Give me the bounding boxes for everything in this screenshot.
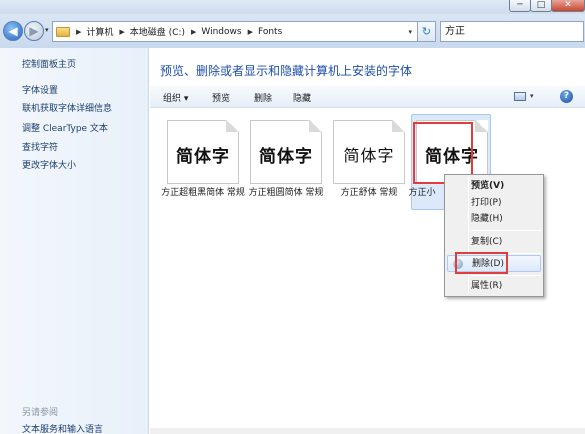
breadcrumb-local-disk[interactable]: 本地磁盘 (C:) [130, 25, 185, 38]
font-tile[interactable]: 简体字 方正粗圆简体 常规 [246, 116, 326, 208]
forward-button[interactable]: ▶ [24, 21, 44, 41]
chevron-down-icon[interactable]: ▾ [408, 28, 412, 36]
font-tile[interactable]: 简体字 方正超粗黑简体 常规 [161, 116, 245, 208]
chevron-right-icon[interactable]: ▶ [191, 28, 196, 36]
menu-separator [471, 230, 541, 231]
annotation-frame-delete [455, 252, 508, 274]
font-tile[interactable]: 简体字 方正舒体 常规 [329, 116, 409, 208]
font-label: 方正粗圆简体 常规 [248, 188, 324, 198]
refresh-button[interactable]: ↻ [418, 21, 436, 42]
sidebar-item-text-services[interactable]: 文本服务和输入语言 [22, 422, 103, 434]
font-sample: 简体字 [259, 147, 313, 167]
title-bar: ─ □ ✕ [0, 0, 585, 14]
command-bar: 组织 ▾ 预览 删除 隐藏 ▾ ? [150, 86, 585, 108]
horizontal-scrollbar[interactable] [150, 428, 585, 434]
page-fold [392, 120, 405, 132]
font-sample: 简体字 [176, 147, 230, 167]
breadcrumb-computer[interactable]: 计算机 [86, 25, 113, 38]
chevron-right-icon[interactable]: ▶ [119, 28, 124, 36]
search-input[interactable]: 方正 [440, 21, 584, 42]
sidebar-item-find-character[interactable]: 查找字符 [22, 140, 58, 153]
page-fold [226, 120, 239, 132]
page-fold [309, 120, 322, 132]
see-also-header: 另请参阅 [22, 408, 59, 418]
page-title: 预览、删除或者显示和隐藏计算机上安装的字体 [160, 64, 413, 78]
help-icon[interactable]: ? [560, 90, 573, 103]
sidebar-item-change-font-size[interactable]: 更改字体大小 [22, 158, 76, 171]
maximize-button[interactable]: □ [530, 0, 552, 12]
minimize-button[interactable]: ─ [509, 0, 531, 12]
context-menu: 预览(V) 打印(P) 隐藏(H) 复制(C) 删除(D) 属性(R) [444, 174, 544, 297]
font-sample: 简体字 [343, 146, 395, 165]
close-button[interactable]: ✕ [551, 0, 585, 12]
menu-item-print[interactable]: 打印(P) [447, 195, 541, 212]
breadcrumb-fonts[interactable]: Fonts [258, 27, 282, 37]
page-fold [475, 120, 488, 132]
sidebar-item-get-font-info-online[interactable]: 联机获取字体详细信息 [22, 101, 112, 114]
menu-item-preview[interactable]: 预览(V) [447, 178, 541, 195]
menu-item-properties[interactable]: 属性(R) [447, 278, 541, 295]
chevron-right-icon[interactable]: ▶ [76, 28, 81, 36]
breadcrumb-windows[interactable]: Windows [201, 27, 241, 37]
folder-icon [56, 26, 70, 37]
address-row: ◀ ▶ ▾ ▶ 计算机 ▶ 本地磁盘 (C:) ▶ Windows ▶ Font… [0, 14, 585, 48]
menu-item-hide[interactable]: 隐藏(H) [447, 211, 541, 228]
chevron-right-icon[interactable]: ▶ [248, 28, 253, 36]
back-button[interactable]: ◀ [3, 21, 23, 41]
sidebar-item-control-panel-home[interactable]: 控制面板主页 [22, 57, 76, 70]
font-label: 方正小 [408, 188, 436, 198]
address-bar[interactable]: ▶ 计算机 ▶ 本地磁盘 (C:) ▶ Windows ▶ Fonts ▾ [52, 21, 418, 42]
hide-button[interactable]: 隐藏 [293, 91, 311, 104]
recent-pages-dropdown[interactable]: ▾ [45, 26, 49, 34]
font-label: 方正舒体 常规 [340, 188, 398, 198]
view-options-icon[interactable] [514, 92, 526, 101]
sidebar-item-font-settings[interactable]: 字体设置 [22, 83, 58, 96]
font-label: 方正超粗黑简体 常规 [161, 188, 245, 198]
menu-separator [471, 275, 541, 276]
preview-button[interactable]: 预览 [212, 91, 230, 104]
organize-button[interactable]: 组织 ▾ [163, 91, 188, 104]
delete-button[interactable]: 删除 [254, 91, 272, 104]
chevron-down-icon[interactable]: ▾ [530, 92, 534, 100]
sidebar: 控制面板主页 字体设置 联机获取字体详细信息 调整 ClearType 文本 查… [0, 48, 149, 434]
sidebar-item-adjust-cleartype[interactable]: 调整 ClearType 文本 [22, 121, 108, 134]
menu-item-copy[interactable]: 复制(C) [447, 234, 541, 251]
